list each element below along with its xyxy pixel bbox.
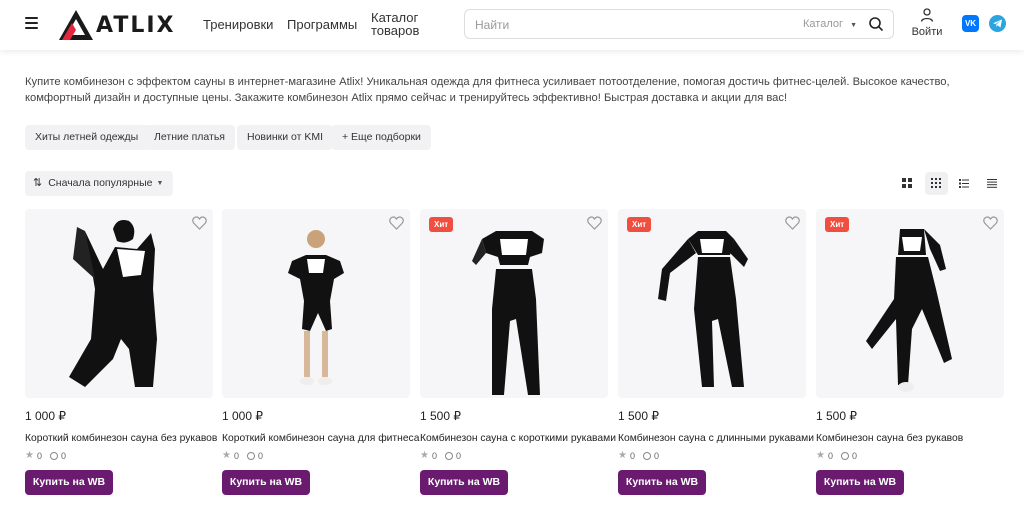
chip-summer-hits[interactable]: Хиты летней одежды (25, 125, 149, 150)
sort-label: Сначала популярные (48, 177, 153, 189)
product-card[interactable]: 1 000 ₽ Короткий комбинезон сауна для фи… (222, 209, 419, 495)
product-price: 1 000 ₽ (222, 409, 263, 423)
login-button[interactable]: Войти (908, 8, 946, 38)
product-price: 1 500 ₽ (816, 409, 857, 423)
buy-on-wb-button[interactable]: Купить на WB (816, 470, 904, 495)
heart-icon[interactable] (587, 216, 602, 230)
list-icon (959, 179, 969, 188)
login-label: Войти (911, 26, 943, 38)
product-reviews: 0 (653, 450, 659, 461)
comment-icon (840, 451, 849, 460)
nav-programs[interactable]: Программы (287, 17, 357, 32)
product-title[interactable]: Комбинезон сауна без рукавов (816, 433, 1004, 444)
search-category-label: Каталог (803, 18, 843, 30)
product-meta: ★ 0 0 (420, 450, 608, 461)
grid-small-icon (931, 178, 941, 188)
product-image[interactable]: Хит (420, 209, 608, 398)
hit-badge: Хит (429, 217, 454, 232)
search-bar: Каталог ▼ (464, 9, 894, 39)
star-icon: ★ (222, 450, 231, 461)
product-price: 1 500 ₽ (618, 409, 659, 423)
chip-kmi-new[interactable]: Новинки от KMI (237, 125, 334, 150)
heart-icon[interactable] (192, 216, 207, 230)
grid-large-icon (902, 178, 912, 188)
product-rating: 0 (431, 450, 437, 461)
product-reviews: 0 (455, 450, 461, 461)
buy-on-wb-button[interactable]: Купить на WB (222, 470, 310, 495)
product-card[interactable]: 1 000 ₽ Короткий комбинезон сауна без ру… (25, 209, 217, 495)
logo[interactable]: ATLIX (58, 9, 176, 41)
view-small-grid-button[interactable] (925, 172, 948, 195)
product-price: 1 500 ₽ (420, 409, 461, 423)
view-compact-list-button[interactable] (981, 172, 1004, 195)
category-description: Купите комбинезон с эффектом сауны в инт… (25, 76, 950, 104)
user-icon (920, 8, 934, 22)
product-image[interactable]: Хит (816, 209, 1004, 398)
logo-text: ATLIX (96, 12, 176, 38)
product-reviews: 0 (851, 450, 857, 461)
header: ATLIX Тренировки Программы Каталог товар… (0, 0, 1024, 50)
sort-dropdown[interactable]: ⇅ Сначала популярные ▼ (25, 171, 174, 196)
star-icon: ★ (816, 450, 825, 461)
sort-icon: ⇅ (33, 177, 43, 189)
buy-on-wb-button[interactable]: Купить на WB (618, 470, 706, 495)
product-meta: ★ 0 0 (222, 450, 410, 461)
logo-mark-icon (59, 10, 93, 40)
product-title[interactable]: Короткий комбинезон сауна для фитнеса (222, 433, 419, 444)
view-list-button[interactable] (953, 172, 976, 195)
heart-icon[interactable] (983, 216, 998, 230)
product-rating: 0 (233, 450, 239, 461)
telegram-icon[interactable] (989, 15, 1006, 32)
product-meta: ★ 0 0 (816, 450, 1004, 461)
product-reviews: 0 (60, 450, 66, 461)
chevron-down-icon: ▼ (156, 180, 164, 187)
view-large-grid-button[interactable] (896, 172, 919, 195)
product-rating: 0 (629, 450, 635, 461)
product-title[interactable]: Короткий комбинезон сауна без рукавов (25, 433, 217, 444)
buy-on-wb-button[interactable]: Купить на WB (25, 470, 113, 495)
nav-trainings[interactable]: Тренировки (203, 17, 273, 32)
star-icon: ★ (420, 450, 429, 461)
comment-icon (49, 451, 58, 460)
chip-more-collections[interactable]: + Еще подборки (332, 125, 431, 150)
product-meta: ★ 0 0 (25, 450, 213, 461)
search-icon[interactable] (868, 16, 884, 32)
product-card[interactable]: Хит 1 500 ₽ Комбинезон сауна с короткими… (420, 209, 616, 495)
buy-on-wb-button[interactable]: Купить на WB (420, 470, 508, 495)
hit-badge: Хит (825, 217, 850, 232)
search-input[interactable] (475, 16, 775, 34)
product-rating: 0 (36, 450, 42, 461)
nav-catalog-line2: товаров (371, 23, 420, 38)
product-title[interactable]: Комбинезон сауна с короткими рукавами (420, 433, 616, 444)
product-rating: 0 (827, 450, 833, 461)
heart-icon[interactable] (785, 216, 800, 230)
product-title[interactable]: Комбинезон сауна с длинными рукавами (618, 433, 814, 444)
product-image[interactable]: Хит (618, 209, 806, 398)
star-icon: ★ (25, 450, 34, 461)
star-icon: ★ (618, 450, 627, 461)
comment-icon (642, 451, 651, 460)
product-reviews: 0 (257, 450, 263, 461)
hit-badge: Хит (627, 217, 652, 232)
product-meta: ★ 0 0 (618, 450, 806, 461)
search-category-select[interactable]: Каталог ▼ (803, 18, 857, 30)
comment-icon (444, 451, 453, 460)
product-card[interactable]: Хит 1 500 ₽ Комбинезон сауна с длинными … (618, 209, 814, 495)
product-price: 1 000 ₽ (25, 409, 66, 423)
comment-icon (246, 451, 255, 460)
chip-summer-dresses[interactable]: Летние платья (144, 125, 235, 150)
compact-list-icon (987, 179, 997, 188)
product-image[interactable] (25, 209, 213, 398)
vk-icon[interactable]: VK (962, 15, 979, 32)
menu-icon[interactable] (25, 17, 38, 29)
chevron-down-icon: ▼ (850, 22, 857, 29)
product-image[interactable] (222, 209, 410, 398)
product-card[interactable]: Хит 1 500 ₽ Комбинезон сауна без рукавов… (816, 209, 1004, 495)
nav-catalog[interactable]: Каталог товаров (371, 11, 419, 37)
heart-icon[interactable] (389, 216, 404, 230)
